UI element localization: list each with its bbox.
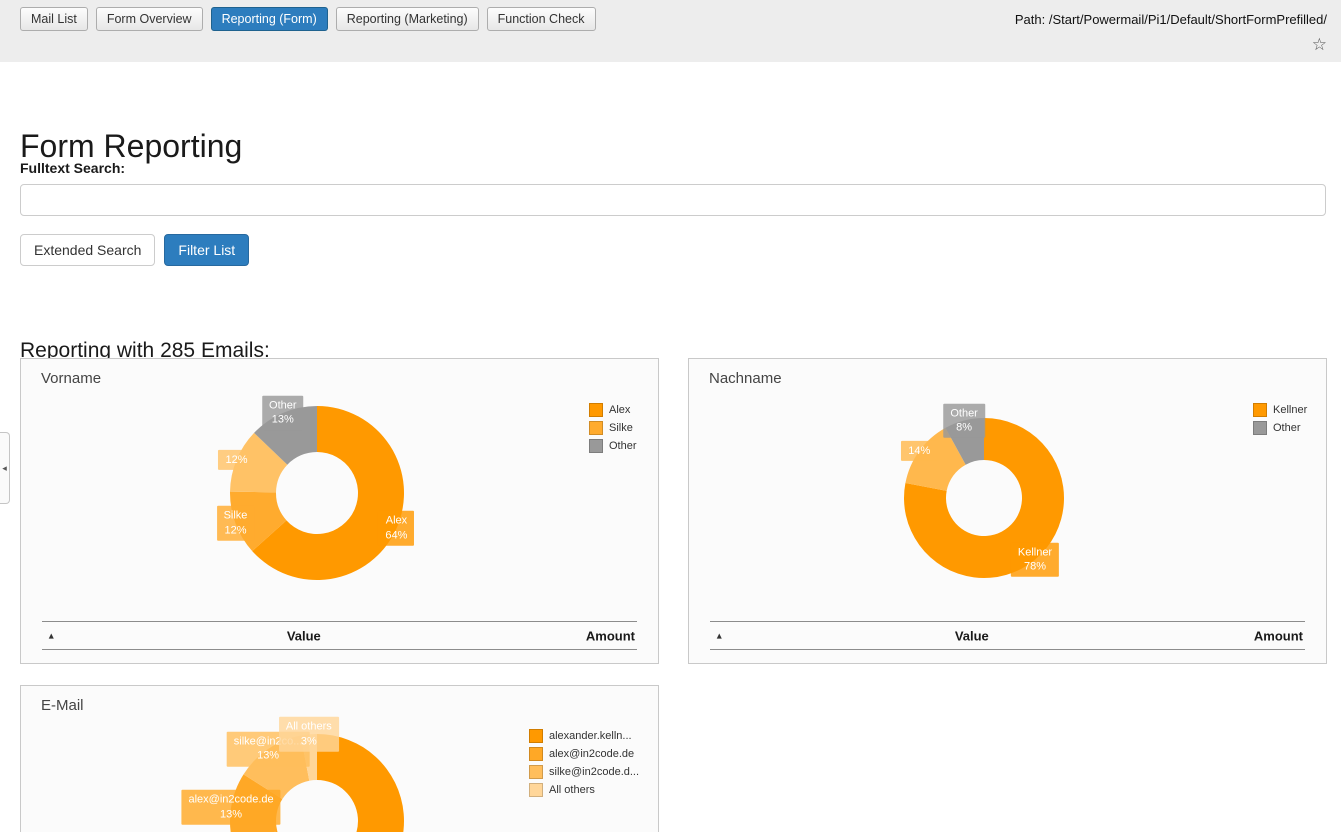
legend-swatch-icon (529, 765, 543, 779)
slice-label: Kellner78% (1011, 542, 1059, 577)
sort-asc-icon[interactable]: ▴ (49, 630, 54, 641)
filter-list-button[interactable]: Filter List (164, 234, 249, 266)
chart-title: E-Mail (41, 697, 84, 714)
chart-panel-vorname: Vorname Alex Silke Other ▴ Value Amount Al… (20, 358, 659, 664)
chart-panel-nachname: Nachname Kellner Other ▴ Value Amount Kel… (688, 358, 1327, 664)
slice-label: All others3% (279, 717, 339, 752)
legend-item: Other (1253, 421, 1307, 435)
search-buttons: Extended Search Filter List (20, 234, 249, 266)
legend-swatch-icon (1253, 403, 1267, 417)
legend-item: silke@in2code.d... (529, 765, 639, 779)
column-header-amount[interactable]: Amount (586, 628, 635, 643)
sort-asc-icon[interactable]: ▴ (717, 630, 722, 641)
breadcrumb-path: Path: /Start/Powermail/Pi1/Default/Short… (1015, 12, 1327, 27)
column-header-value[interactable]: Value (287, 628, 321, 643)
chart-table-header: ▴ Value Amount (42, 621, 637, 650)
legend-item: Silke (589, 421, 637, 435)
chart-legend: alexander.kelln... alex@in2code.de silke@i… (529, 729, 639, 801)
legend-swatch-icon (589, 439, 603, 453)
chart-title: Vorname (41, 370, 101, 387)
chart-title: Nachname (709, 370, 782, 387)
legend-item: alex@in2code.de (529, 747, 639, 761)
legend-swatch-icon (529, 729, 543, 743)
column-header-amount[interactable]: Amount (1254, 628, 1303, 643)
app-window: Mail List Form Overview Reporting (Form)… (0, 0, 1341, 832)
tab-reporting-form[interactable]: Reporting (Form) (211, 7, 328, 31)
legend-item: Kellner (1253, 403, 1307, 417)
legend-label: alexander.kelln... (549, 730, 632, 742)
donut-chart-nachname (689, 359, 1326, 663)
frame-collapse-handle[interactable]: ◂ (0, 432, 10, 504)
favorite-star-icon[interactable]: ☆ (1312, 36, 1327, 53)
module-topbar: Mail List Form Overview Reporting (Form)… (0, 0, 1341, 62)
legend-item: alexander.kelln... (529, 729, 639, 743)
fulltext-search-input[interactable] (20, 184, 1326, 216)
column-header-value[interactable]: Value (955, 628, 989, 643)
chart-legend: Alex Silke Other (589, 403, 637, 457)
legend-label: Alex (609, 404, 630, 416)
module-tabs: Mail List Form Overview Reporting (Form)… (20, 7, 596, 31)
legend-item: All others (529, 783, 639, 797)
slice-label: 12% (218, 450, 254, 470)
slice-label: alex@in2code.de13% (181, 790, 280, 825)
legend-label: alex@in2code.de (549, 748, 634, 760)
legend-label: Other (1273, 422, 1301, 434)
legend-label: Silke (609, 422, 633, 434)
chart-table-header: ▴ Value Amount (710, 621, 1305, 650)
slice-label: Other8% (943, 403, 985, 438)
slice-label: Silke12% (217, 506, 255, 541)
chart-panel-email: E-Mail alexander.kelln... alex@in2code.de… (20, 685, 659, 832)
slice-label: Other13% (262, 396, 304, 431)
tab-function-check[interactable]: Function Check (487, 7, 596, 31)
legend-item: Other (589, 439, 637, 453)
tab-form-overview[interactable]: Form Overview (96, 7, 203, 31)
legend-swatch-icon (589, 403, 603, 417)
slice-label: 14% (901, 441, 937, 461)
legend-label: Other (609, 440, 637, 452)
chart-legend: Kellner Other (1253, 403, 1307, 439)
tab-reporting-marketing[interactable]: Reporting (Marketing) (336, 7, 479, 31)
tab-mail-list[interactable]: Mail List (20, 7, 88, 31)
slice-label: Alex64% (378, 511, 414, 546)
legend-label: All others (549, 784, 595, 796)
extended-search-button[interactable]: Extended Search (20, 234, 155, 266)
donut-chart-vorname (21, 359, 658, 663)
fulltext-search-label: Fulltext Search: (20, 160, 125, 176)
legend-swatch-icon (1253, 421, 1267, 435)
legend-label: Kellner (1273, 404, 1307, 416)
legend-label: silke@in2code.d... (549, 766, 639, 778)
legend-swatch-icon (529, 747, 543, 761)
legend-item: Alex (589, 403, 637, 417)
legend-swatch-icon (529, 783, 543, 797)
legend-swatch-icon (589, 421, 603, 435)
